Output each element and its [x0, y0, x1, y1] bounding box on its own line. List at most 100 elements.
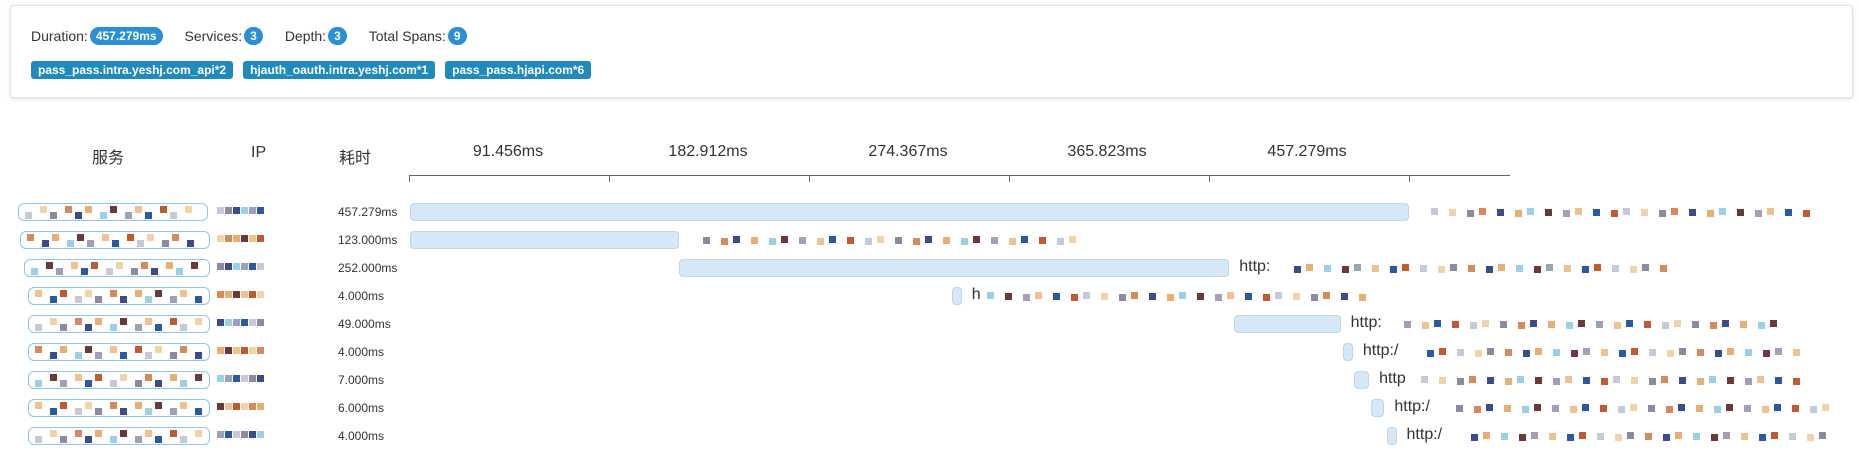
service-name-redacted[interactable] — [28, 427, 210, 445]
redaction-pixel — [257, 403, 264, 410]
redaction-pixel — [1673, 320, 1681, 327]
span-bar[interactable] — [1371, 399, 1385, 417]
span-row[interactable]: 4.000ms h — [0, 284, 1859, 308]
span-duration: 4.000ms — [338, 345, 385, 359]
depth-stat: Depth: 3 — [285, 27, 347, 45]
service-name-redacted[interactable] — [24, 259, 210, 277]
redaction-pixel — [1774, 348, 1782, 355]
redaction-pixel — [155, 380, 162, 387]
span-url[interactable]: http — [1379, 370, 1406, 388]
services-badge: 3 — [244, 27, 263, 45]
redaction-pixel — [217, 291, 224, 298]
redaction-pixel — [257, 347, 264, 354]
span-row[interactable]: 457.279ms — [0, 200, 1859, 224]
redaction-pixel — [1678, 348, 1686, 355]
span-bar[interactable] — [410, 203, 1409, 221]
span-url[interactable]: http: — [1239, 258, 1270, 276]
span-bar[interactable] — [1342, 343, 1353, 361]
span-row[interactable]: 7.000ms http — [0, 368, 1859, 392]
redaction-pixel — [1468, 265, 1476, 272]
span-row[interactable]: 49.000ms http: — [0, 312, 1859, 336]
redaction-pixel — [170, 212, 177, 219]
span-url[interactable]: http:/ — [1363, 342, 1399, 360]
redaction-pixel — [217, 319, 224, 326]
redaction-pixel — [60, 436, 67, 443]
redaction-pixel — [225, 347, 232, 354]
span-url[interactable]: http: — [1351, 314, 1382, 332]
redaction-pixel — [135, 402, 142, 409]
redaction-pixel — [1148, 293, 1156, 300]
span-bar[interactable] — [951, 287, 962, 305]
redaction-pixel — [1641, 209, 1648, 216]
redaction-pixel — [1565, 322, 1573, 329]
redaction-pixel — [1674, 432, 1682, 439]
redaction-pixel — [1810, 406, 1818, 413]
redaction-pixel — [85, 290, 92, 297]
service-name-redacted[interactable] — [20, 231, 210, 249]
service-name-redacted[interactable] — [28, 315, 210, 333]
span-url[interactable]: h — [972, 286, 981, 304]
redaction-pixel — [249, 319, 256, 326]
timeline-tick-label: 457.279ms — [1267, 143, 1347, 160]
span-duration: 49.000ms — [338, 317, 391, 331]
redaction-pixel — [50, 212, 57, 219]
redaction-pixel — [195, 408, 202, 415]
span-bar[interactable] — [1386, 427, 1397, 445]
redaction-pixel — [170, 352, 177, 359]
redaction-pixel — [110, 346, 117, 353]
redaction-pixel — [145, 212, 152, 219]
span-bar[interactable] — [678, 259, 1230, 277]
span-row[interactable]: 123.000ms — [0, 228, 1859, 252]
redaction-pixel — [120, 374, 127, 381]
span-row[interactable]: 6.000ms http:/ — [0, 396, 1859, 420]
redaction-pixel — [67, 240, 74, 247]
redaction-pixel — [1618, 406, 1626, 413]
service-name-redacted[interactable] — [28, 371, 210, 389]
redaction-pixel — [75, 318, 82, 325]
redaction-pixel — [1487, 377, 1495, 384]
redaction-pixel — [1662, 434, 1670, 441]
redaction-pixel — [1600, 349, 1608, 356]
redaction-pixel — [120, 430, 127, 437]
service-name-redacted[interactable] — [28, 287, 210, 305]
service-name-redacted[interactable] — [28, 343, 210, 361]
redaction-pixel — [1642, 264, 1650, 271]
service-name-redacted[interactable] — [18, 203, 208, 221]
redaction-pixel — [1322, 292, 1330, 299]
service-name-redacted[interactable] — [28, 399, 210, 417]
span-row[interactable]: 4.000ms http:/ — [0, 424, 1859, 448]
redaction-pixel — [35, 324, 42, 331]
redaction-pixel — [75, 374, 82, 381]
span-url[interactable]: http:/ — [1407, 426, 1443, 444]
redaction-pixel — [1678, 404, 1686, 411]
span-row[interactable]: 4.000ms http:/ — [0, 340, 1859, 364]
redaction-pixel — [894, 237, 902, 244]
span-bar[interactable] — [410, 231, 679, 249]
redaction-pixel — [257, 319, 264, 326]
redaction-pixel — [1306, 264, 1314, 271]
span-url[interactable]: http:/ — [1394, 398, 1430, 416]
axis-tick — [1209, 175, 1210, 182]
span-bar[interactable] — [1353, 371, 1370, 389]
span-row[interactable]: 252.000ms http: — [0, 256, 1859, 280]
service-tag[interactable]: pass_pass.intra.yeshj.com_api*2 — [31, 61, 234, 79]
redaction-pixel — [1727, 377, 1735, 384]
redaction-pixel — [1671, 208, 1678, 215]
span-bar[interactable] — [1233, 315, 1341, 333]
redaction-pixel — [1324, 265, 1332, 272]
redaction-pixel — [160, 206, 167, 213]
redaction-pixel — [1769, 320, 1777, 327]
redaction-pixel — [1372, 265, 1380, 272]
redaction-pixel — [1469, 322, 1477, 329]
service-tag[interactable]: pass_pass.hjapi.com*6 — [445, 61, 592, 79]
ip-redacted — [217, 235, 287, 245]
redaction-pixel — [702, 237, 710, 244]
redaction-pixel — [65, 206, 72, 213]
redaction-pixel — [60, 380, 67, 387]
redaction-pixel — [1565, 376, 1573, 383]
redaction-pixel — [1697, 378, 1705, 385]
service-tag[interactable]: hjauth_oauth.intra.yeshj.com*1 — [243, 61, 436, 79]
redaction-pixel — [1504, 405, 1512, 412]
redaction-pixel — [942, 237, 950, 244]
redaction-pixel — [110, 324, 117, 331]
